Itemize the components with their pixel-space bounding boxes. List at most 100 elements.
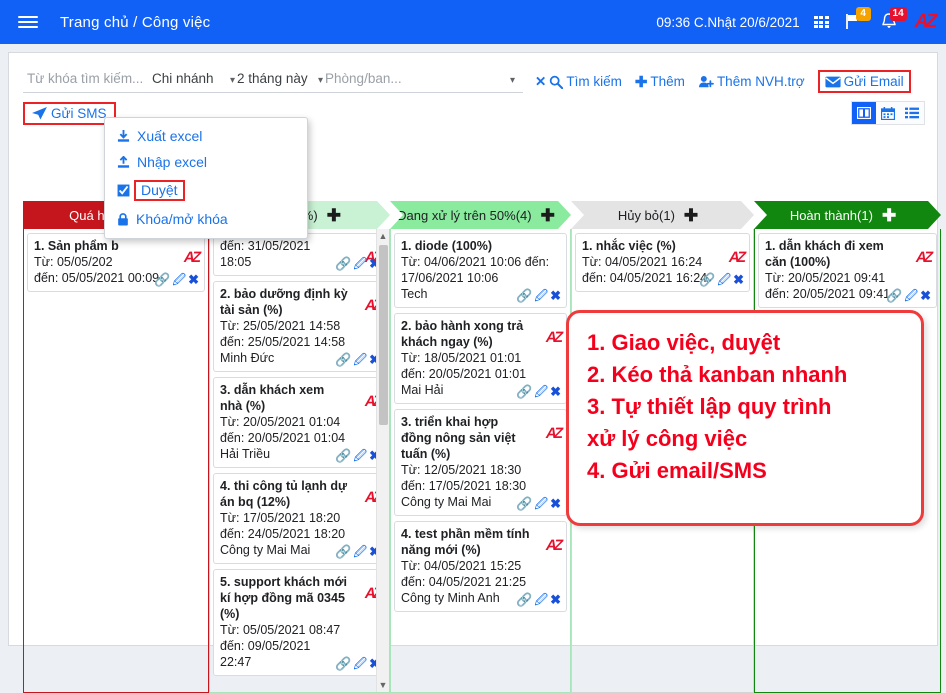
edit-icon[interactable]: 🖉 [353,544,367,559]
list-view-button[interactable] [900,102,924,124]
send-plane-icon [32,106,47,120]
send-email-button[interactable]: Gửi Email [817,70,911,93]
edit-icon[interactable]: 🖉 [717,272,731,287]
search-keyword-input[interactable]: Từ khóa tìm kiếm... [23,69,148,93]
breadcrumb[interactable]: Trang chủ / Công việc [60,14,210,31]
send-sms-button[interactable]: Gửi SMS [23,101,116,125]
edit-icon[interactable]: 🖉 [353,256,367,271]
kanban-view-button[interactable] [852,102,876,124]
link-icon[interactable]: 🔗 [335,256,351,271]
dropdown-item-kh-a-m-kh-a[interactable]: Khóa/mở khóa [105,206,307,232]
kanban-column-body[interactable]: 1. Sản phẩm b Từ: 05/05/202 đến: 05/05/202… [23,229,209,693]
dropdown-item-xu-t-excel[interactable]: Xuất excel [105,123,307,149]
add-button[interactable]: ✚ Thêm [635,73,685,91]
kanban-card-end-date: đến: 20/05/2021 01:01 [401,367,527,381]
link-icon[interactable]: 🔗 [154,272,170,287]
close-icon[interactable]: ✖ [550,384,561,399]
add-card-plus-icon[interactable]: ✚ [318,207,350,224]
link-icon[interactable]: 🔗 [335,656,351,671]
edit-icon[interactable]: 🖉 [172,272,186,287]
kanban-card-start-date: Từ: 04/06/2021 10:06 đến: [401,255,550,269]
edit-icon[interactable]: 🖉 [353,352,367,367]
kanban-card-end-date: đến: 25/05/2021 14:58 [220,335,346,349]
kanban-card[interactable]: 1. nhắc việc (%) Từ: 04/05/2021 16:24 đến:… [575,233,750,292]
link-icon[interactable]: 🔗 [886,288,902,303]
kanban-card[interactable]: 1. diode (100%) Từ: 04/06/2021 10:06 đến:… [394,233,567,308]
search-button[interactable]: ✕ Tìm kiếm [535,74,622,90]
edit-icon[interactable]: 🖉 [353,448,367,463]
edit-icon[interactable]: 🖉 [353,656,367,671]
topbar-right-cluster: 09:36 C.Nhật 20/6/2021 4 14 AZ [656,7,946,33]
close-icon[interactable]: ✖ [550,592,561,607]
kanban-card[interactable]: 3. dẫn khách xem nhà (%) Từ: 20/05/2021 0… [213,377,386,468]
kanban-column-header: Hủy bỏ(1) ✚ [571,201,754,229]
kanban-card[interactable]: 4. test phần mềm tính năng mới (%) Từ: 04… [394,521,567,612]
calendar-view-button[interactable] [876,102,900,124]
add-card-plus-icon[interactable]: ✚ [675,207,707,224]
kanban-card-start-date: Từ: 25/05/2021 14:58 [220,319,341,333]
grid-apps-icon[interactable] [813,16,829,28]
link-icon[interactable]: 🔗 [516,384,532,399]
kanban-card[interactable]: đến: 31/05/2021 18:05 AZ 🔗 🖉 ✖ [213,233,386,276]
kanban-column-body[interactable]: 1. diode (100%) Từ: 04/06/2021 10:06 đến:… [390,229,571,693]
kanban-column-body[interactable]: đến: 31/05/2021 18:05 AZ 🔗 🖉 ✖ 2. bảo dưỡng đị… [209,229,390,693]
edit-icon[interactable]: 🖉 [534,592,548,607]
department-dropdown-arrow[interactable]: ▾ [504,69,524,93]
view-mode-toggle [851,101,925,125]
kanban-card-title: 4. thi công tủ lạnh dự án bq (12%) [220,479,348,509]
kanban-card-start-date: Từ: 18/05/2021 01:01 [401,351,522,365]
kanban-card-end-date: đến: 20/05/2021 01:04 [220,431,346,445]
edit-icon[interactable]: 🖉 [534,384,548,399]
flag-notification[interactable]: 4 [843,7,871,33]
close-icon[interactable]: ✖ [188,272,199,287]
dropdown-item-duy-t[interactable]: Duyệt [105,175,307,206]
add-card-plus-icon[interactable]: ✚ [532,207,564,224]
bell-notification[interactable]: 14 [879,7,907,33]
close-icon[interactable]: ✖ [920,288,931,303]
kanban-card[interactable]: 2. bảo hành xong trả khách ngay (%) Từ: 1… [394,313,567,404]
kanban-card[interactable]: 4. thi công tủ lạnh dự án bq (12%) Từ: 17… [213,473,386,564]
add-user-icon [698,75,714,87]
kanban-column-header: Hoàn thành(1) ✚ [754,201,941,229]
link-icon[interactable]: 🔗 [335,544,351,559]
link-icon[interactable]: 🔗 [335,352,351,367]
scroll-up-icon[interactable]: ▲ [379,231,388,241]
kanban-card-end-date: 17/06/2021 10:06 [401,271,499,285]
link-icon[interactable]: 🔗 [699,272,715,287]
link-icon[interactable]: 🔗 [516,288,532,303]
close-icon[interactable]: ✖ [550,288,561,303]
edit-icon[interactable]: 🖉 [904,288,918,303]
kanban-column-title: Hoàn thành(1) [789,207,873,223]
kanban-column-title: Đang xử lý trên 50%(4) [397,207,532,223]
link-icon[interactable]: 🔗 [335,448,351,463]
kanban-card[interactable]: 3. triển khai hợp đồng nông sản việt tuấ… [394,409,567,516]
send-email-label: Gửi Email [843,74,904,89]
flag-badge-count: 4 [855,7,871,21]
kanban-card-title: 2. bảo hành xong trả khách ngay (%) [401,319,524,349]
link-icon[interactable]: 🔗 [516,496,532,511]
edit-icon[interactable]: 🖉 [534,288,548,303]
kanban-card-actions: 🔗 🖉 ✖ [516,288,561,304]
link-icon[interactable]: 🔗 [516,592,532,607]
branch-select[interactable]: Chi nhánh [148,69,226,93]
hamburger-menu-icon[interactable] [18,13,38,31]
kanban-card[interactable]: 1. dẫn khách đi xem căn (100%) Từ: 20/05/… [758,233,937,308]
add-support-staff-button[interactable]: Thêm NVH.trợ [698,74,805,89]
scroll-down-icon[interactable]: ▼ [379,680,388,690]
period-select[interactable]: ▾ 2 tháng này [226,69,314,93]
close-icon[interactable]: ✖ [550,496,561,511]
close-icon[interactable]: ✖ [733,272,744,287]
dropdown-item-nh-p-excel[interactable]: Nhập excel [105,149,307,175]
kanban-card[interactable]: 5. support khách mới kí hợp đồng mã 0345… [213,569,386,676]
scrollbar-thumb[interactable] [379,245,388,425]
search-icon [550,75,564,89]
kanban-card[interactable]: 2. bảo dưỡng định kỳ tài sản (%) Từ: 25/0… [213,281,386,372]
add-card-plus-icon[interactable]: ✚ [873,207,905,224]
column-scrollbar[interactable]: ▲ ▼ [376,229,389,692]
az-logo-icon[interactable]: AZ [912,11,937,33]
edit-icon[interactable]: 🖉 [534,496,548,511]
kanban-card[interactable]: 1. Sản phẩm b Từ: 05/05/202 đến: 05/05/202… [27,233,205,292]
columns-icon [857,107,871,119]
department-select[interactable]: ▾ Phòng/ban... [314,69,504,93]
kanban-card-title: 5. support khách mới kí hợp đồng mã 0345… [220,575,347,621]
